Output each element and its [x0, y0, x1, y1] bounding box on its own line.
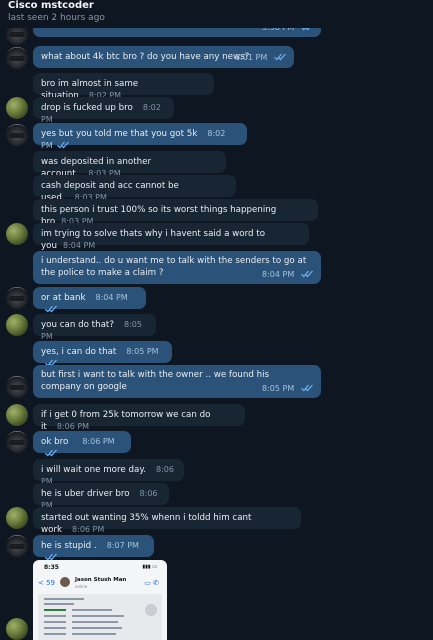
message-text: ok bro: [41, 437, 69, 447]
message-text: drop is fucked up bro: [41, 103, 133, 113]
message-incoming[interactable]: started out wanting 35% whenn i toldd hi…: [33, 507, 301, 535]
message-time: 8:06 PM: [56, 422, 90, 431]
contact-avatar[interactable]: [6, 404, 28, 426]
message-list[interactable]: 3:38 PM what about 4k btc bro ? do you h…: [0, 0, 433, 640]
message-time: 8:05 PM: [262, 384, 295, 393]
message-outgoing[interactable]: i understand.. do u want me to talk with…: [33, 251, 321, 284]
message-outgoing[interactable]: or at bank 8:04 PM: [33, 287, 146, 313]
last-seen-status: last seen 2 hours ago: [8, 13, 105, 23]
message-time: 8:04 PM: [62, 241, 96, 250]
phone-contact-avatar: [60, 577, 70, 587]
contact-avatar[interactable]: [6, 376, 28, 398]
contact-avatar[interactable]: [6, 47, 28, 69]
message-text: or at bank: [41, 293, 86, 303]
video-call-icon: ▭ ✆: [144, 579, 159, 587]
read-ticks-icon: [274, 53, 286, 65]
phone-contact-name: Jason Stush Man: [75, 577, 127, 583]
message-outgoing[interactable]: what about 4k btc bro ? do you have any …: [33, 46, 294, 68]
phone-status-time: 8:35: [44, 564, 59, 571]
message-time: 8:06 PM: [72, 525, 105, 534]
message-incoming[interactable]: cash deposit and acc cannot be used. 8:03…: [33, 175, 236, 203]
message-time: 8:04 PM: [262, 270, 295, 279]
message-text: yes, i can do that: [41, 347, 117, 357]
message-text: he is stupid .: [41, 541, 97, 551]
message-outgoing[interactable]: but first i want to talk with the owner …: [33, 365, 321, 398]
message-text: i will wait one more day.: [41, 465, 146, 475]
phone-contact-status: online: [75, 584, 88, 589]
message-time: 8:04 PM: [95, 293, 128, 302]
contact-avatar[interactable]: [6, 97, 28, 119]
message-text: you can do that?: [41, 320, 114, 330]
message-incoming[interactable]: he is uber driver bro 8:06 PM: [33, 483, 169, 510]
message-outgoing[interactable]: he is stupid . 8:07 PM: [33, 535, 154, 561]
message-time: 8:01 PM: [235, 53, 268, 62]
message-outgoing[interactable]: yes but you told me that you got 5k 8:02 …: [33, 123, 247, 150]
forward-icon[interactable]: [145, 604, 157, 616]
read-ticks-icon: [301, 384, 313, 396]
read-ticks-icon: [301, 270, 313, 282]
image-message[interactable]: 8:35 ▮▮▮ ▭ < 59 Jason Stush Man online ▭…: [33, 560, 167, 640]
message-text: he is uber driver bro: [41, 489, 130, 499]
message-incoming[interactable]: this person i trust 100% so its worst th…: [33, 199, 318, 227]
message-incoming[interactable]: im trying to solve thats why i havent sa…: [33, 223, 309, 251]
message-time: 8:05 PM: [126, 347, 159, 356]
message-time: 8:07 PM: [106, 541, 139, 550]
contact-avatar[interactable]: [6, 431, 28, 453]
contact-name[interactable]: Cisco mstcoder: [8, 0, 94, 11]
signal-battery-icon: ▮▮▮ ▭: [142, 564, 157, 570]
message-text: yes but you told me that you got 5k: [41, 129, 198, 139]
message-incoming[interactable]: you can do that? 8:05 PM: [33, 314, 156, 341]
contact-avatar[interactable]: [6, 287, 28, 309]
message-time: 8:06 PM: [82, 437, 115, 446]
message-incoming[interactable]: bro im almost in same situation 8:02 PM: [33, 73, 214, 101]
contact-avatar[interactable]: [6, 507, 28, 529]
contact-avatar[interactable]: [6, 223, 28, 245]
message-outgoing[interactable]: ok bro 8:06 PM: [33, 431, 131, 457]
chat-header[interactable]: Cisco mstcoder last seen 2 hours ago: [0, 0, 433, 28]
contact-avatar[interactable]: [6, 124, 28, 146]
contact-avatar[interactable]: [6, 314, 28, 336]
message-incoming[interactable]: if i get 0 from 25k tomorrow we can do i…: [33, 404, 245, 432]
message-incoming[interactable]: i will wait one more day. 8:06 PM: [33, 459, 184, 486]
contact-avatar[interactable]: [6, 535, 28, 557]
back-label: < 59: [38, 579, 55, 587]
message-incoming[interactable]: drop is fucked up bro 8:02 PM: [33, 97, 174, 124]
message-incoming[interactable]: was deposited in another account. 8:03 PM: [33, 151, 226, 179]
contact-avatar[interactable]: [6, 618, 28, 640]
message-outgoing[interactable]: yes, i can do that 8:05 PM: [33, 341, 172, 367]
document-preview: [38, 594, 162, 640]
